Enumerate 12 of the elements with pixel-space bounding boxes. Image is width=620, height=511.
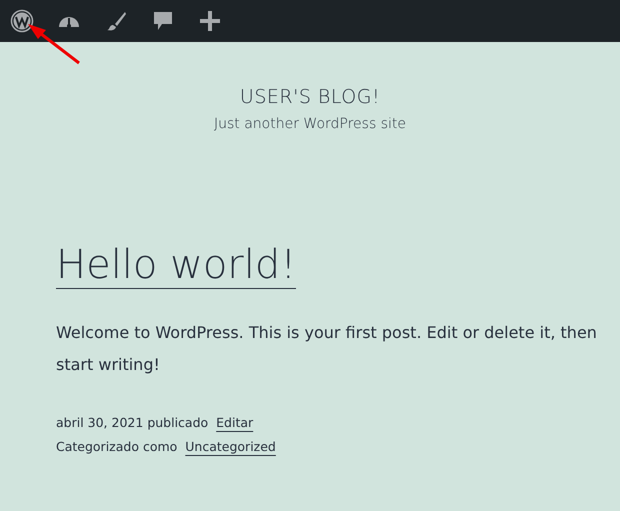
site-title[interactable]: USER'S BLOG! <box>0 86 620 108</box>
published-label: publicado <box>147 415 208 430</box>
category-label: Categorizado como <box>56 439 178 454</box>
edit-link[interactable]: Editar <box>216 415 254 430</box>
wordpress-logo-icon[interactable] <box>10 9 34 33</box>
post-title[interactable]: Hello world! <box>56 242 296 289</box>
annotation-arrow <box>26 22 82 66</box>
site-tagline: Just another WordPress site <box>212 116 407 132</box>
plus-icon[interactable] <box>198 9 222 33</box>
category-link[interactable]: Uncategorized <box>185 439 276 454</box>
post-date: abril 30, 2021 <box>56 415 144 430</box>
post-content: Welcome to WordPress. This is your first post. Edit or delete it, then start writing! <box>56 322 598 376</box>
